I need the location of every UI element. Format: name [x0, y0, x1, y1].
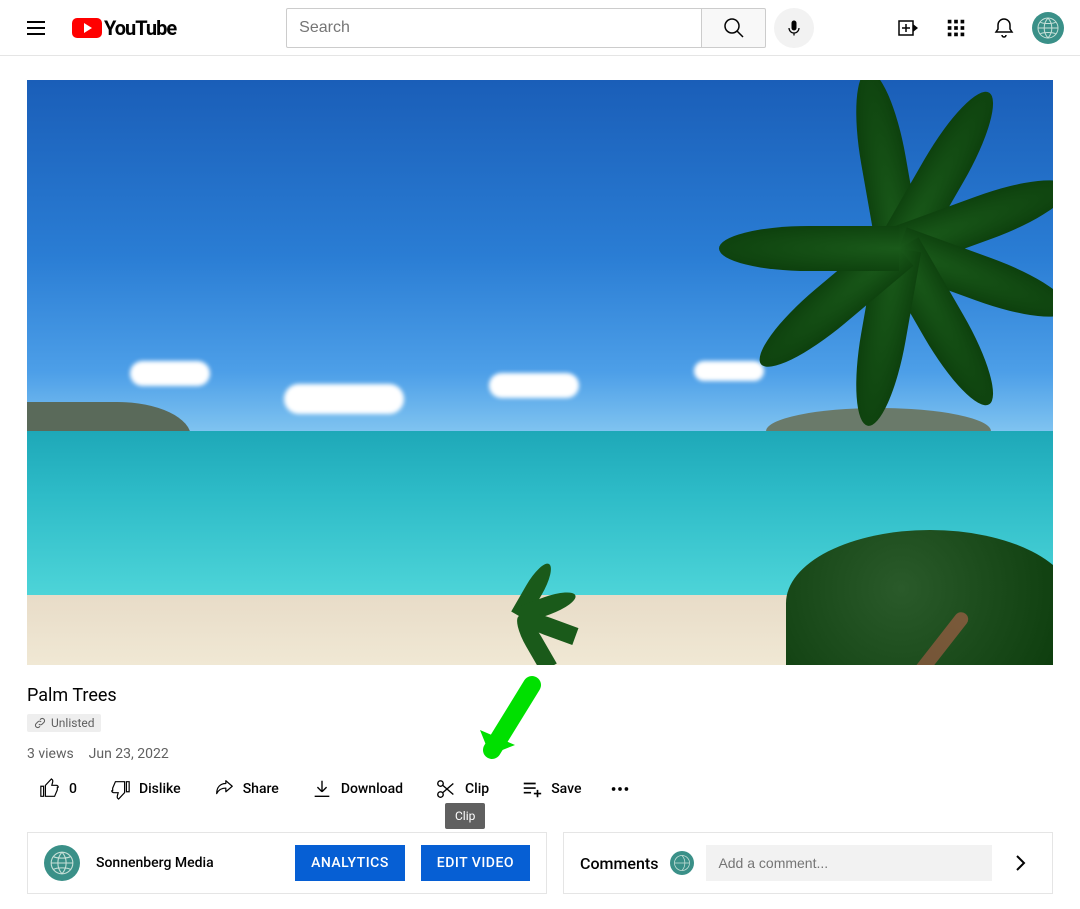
content: Palm Trees Unlisted 3 views Jun 23, 2022…	[0, 56, 1080, 894]
video-player[interactable]	[27, 80, 1053, 665]
bell-icon	[992, 16, 1016, 40]
thumbs-up-icon	[39, 778, 61, 800]
channel-name[interactable]: Sonnenberg Media	[96, 855, 279, 871]
share-label: Share	[243, 781, 279, 797]
channel-avatar[interactable]	[44, 845, 80, 881]
comments-box: Comments	[563, 832, 1053, 894]
save-button[interactable]: Save	[509, 770, 593, 808]
thumbs-down-icon	[109, 778, 131, 800]
comment-avatar	[670, 851, 694, 875]
clip-label: Clip	[465, 781, 489, 797]
logo-text: YouTube	[104, 16, 176, 40]
dislike-button[interactable]: Dislike	[97, 770, 193, 808]
youtube-logo[interactable]: YouTube	[72, 16, 176, 40]
search-form	[286, 8, 766, 48]
avatar-globe-icon	[49, 850, 75, 876]
dislike-label: Dislike	[139, 781, 181, 797]
comments-label[interactable]: Comments	[580, 854, 658, 873]
create-button[interactable]	[888, 8, 928, 48]
chevron-right-icon	[1008, 851, 1032, 875]
channel-bar: Sonnenberg Media ANALYTICS EDIT VIDEO Co…	[27, 832, 1053, 894]
action-row: 0 Dislike Share Download Clip Save Clip	[27, 770, 1053, 824]
voice-search-button[interactable]	[774, 8, 814, 48]
download-label: Download	[341, 781, 403, 797]
visibility-row: Unlisted	[27, 714, 1053, 734]
search-input[interactable]	[286, 8, 702, 48]
publish-date: Jun 23, 2022	[89, 746, 169, 762]
download-button[interactable]: Download	[299, 770, 415, 808]
create-icon	[896, 16, 920, 40]
playlist-add-icon	[521, 778, 543, 800]
apps-grid-icon	[945, 17, 967, 39]
share-button[interactable]: Share	[201, 770, 291, 808]
header-actions	[888, 8, 1064, 48]
account-avatar[interactable]	[1032, 12, 1064, 44]
visibility-badge: Unlisted	[27, 714, 101, 732]
search-icon	[722, 16, 746, 40]
like-count: 0	[69, 781, 77, 797]
analytics-button[interactable]: ANALYTICS	[295, 845, 405, 881]
edit-video-button[interactable]: EDIT VIDEO	[421, 845, 530, 881]
clip-tooltip: Clip	[445, 803, 485, 829]
search-button[interactable]	[702, 8, 766, 48]
notifications-button[interactable]	[984, 8, 1024, 48]
header: YouTube	[0, 0, 1080, 56]
microphone-icon	[784, 18, 804, 38]
download-icon	[311, 778, 333, 800]
comment-input[interactable]	[706, 845, 992, 881]
link-icon	[33, 716, 47, 730]
hamburger-icon	[24, 16, 48, 40]
menu-button[interactable]	[16, 8, 56, 48]
video-meta: 3 views Jun 23, 2022	[27, 746, 1053, 762]
youtube-play-icon	[72, 18, 102, 38]
more-horizontal-icon	[609, 778, 631, 800]
more-actions-button[interactable]	[601, 770, 639, 808]
share-icon	[213, 778, 235, 800]
apps-button[interactable]	[936, 8, 976, 48]
visibility-text: Unlisted	[51, 716, 95, 730]
like-button[interactable]: 0	[27, 770, 89, 808]
comments-expand-button[interactable]	[1004, 847, 1036, 879]
avatar-globe-icon	[1036, 16, 1060, 40]
scissors-icon	[435, 778, 457, 800]
channel-box: Sonnenberg Media ANALYTICS EDIT VIDEO	[27, 832, 547, 894]
view-count: 3 views	[27, 746, 74, 762]
avatar-globe-icon	[673, 854, 691, 872]
video-title: Palm Trees	[27, 685, 1053, 706]
save-label: Save	[551, 781, 581, 797]
